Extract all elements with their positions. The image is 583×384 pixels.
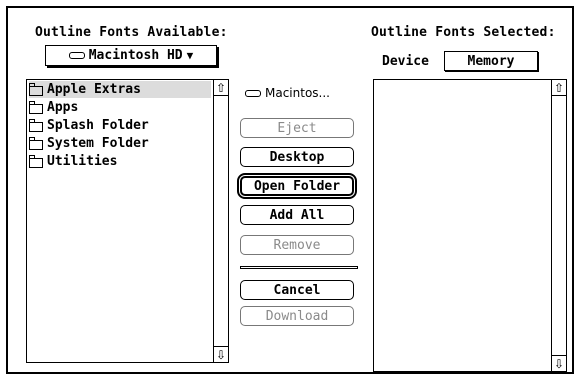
list-item-apple-extras[interactable]: Apple Extras [29, 81, 211, 98]
folder-icon [29, 100, 43, 114]
folder-icon [29, 136, 43, 150]
folder-icon [29, 154, 43, 168]
list-item-utilities[interactable]: Utilities [29, 153, 117, 170]
open-folder-button[interactable]: Open Folder [237, 173, 357, 199]
triangle-down-icon: ▼ [186, 49, 194, 62]
list-item-label: Utilities [47, 154, 118, 169]
cancel-button[interactable]: Cancel [240, 280, 354, 300]
scroll-down-arrow-icon[interactable]: ⇩ [214, 346, 228, 362]
scroll-up-arrow-icon[interactable]: ⇧ [214, 80, 228, 96]
add-all-button[interactable]: Add All [240, 205, 354, 225]
selected-list-scrollbar[interactable]: ⇧ ⇩ [551, 80, 566, 371]
volume-popup-menu[interactable]: Macintosh HD ▼ [45, 45, 217, 66]
list-item-apps[interactable]: Apps [29, 99, 78, 116]
list-item-label: Apple Extras [47, 82, 141, 97]
disk-icon [68, 52, 85, 59]
device-label: Device [382, 54, 429, 69]
folder-icon [29, 82, 43, 96]
desktop-button[interactable]: Desktop [240, 147, 354, 167]
list-item-splash-folder[interactable]: Splash Folder [29, 117, 149, 134]
scroll-down-arrow-icon[interactable]: ⇩ [552, 355, 566, 371]
available-files-list[interactable]: Apple Extras Apps Splash Folder System F… [26, 79, 229, 363]
current-disk-label: Macintos... [245, 86, 330, 100]
device-popup[interactable]: Memory [444, 51, 538, 71]
list-item-system-folder[interactable]: System Folder [29, 135, 149, 152]
current-disk-name: Macintos... [265, 86, 330, 100]
button-separator [240, 266, 358, 269]
download-button[interactable]: Download [240, 306, 354, 326]
available-fonts-title: Outline Fonts Available: [35, 25, 228, 40]
selected-fonts-list[interactable]: ⇧ ⇩ [373, 79, 567, 372]
volume-popup-label: Macintosh HD [88, 48, 183, 63]
scroll-up-arrow-icon[interactable]: ⇧ [552, 80, 566, 96]
disk-icon [245, 89, 261, 97]
available-list-scrollbar[interactable]: ⇧ ⇩ [213, 80, 228, 362]
list-item-label: System Folder [47, 136, 149, 151]
eject-button[interactable]: Eject [240, 118, 354, 138]
remove-button[interactable]: Remove [240, 235, 354, 255]
folder-icon [29, 118, 43, 132]
list-item-label: Apps [47, 100, 79, 115]
selected-fonts-title: Outline Fonts Selected: [371, 25, 556, 40]
list-item-label: Splash Folder [47, 118, 149, 133]
